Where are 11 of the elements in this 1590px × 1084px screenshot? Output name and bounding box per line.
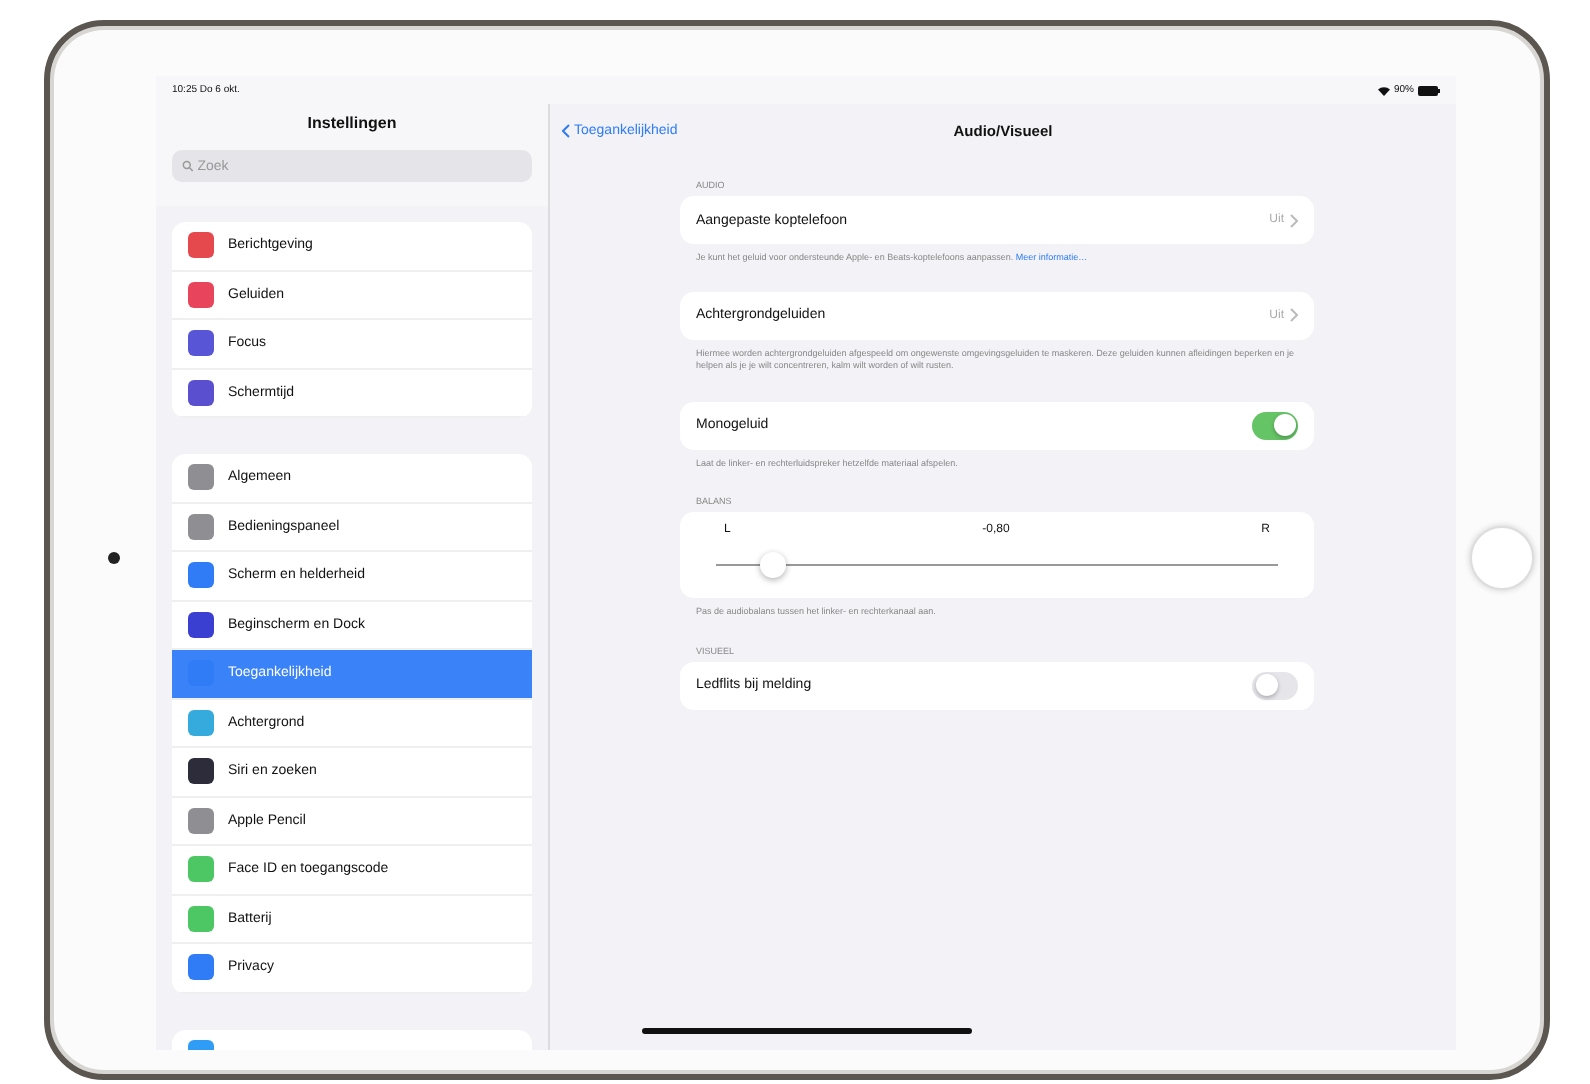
chevron-icon <box>1290 308 1298 323</box>
sidebar-title: Instellingen <box>307 112 397 136</box>
wifi-icon <box>1377 85 1390 95</box>
toggle-switch[interactable] <box>1252 671 1298 700</box>
back-chevron-icon <box>562 123 570 137</box>
camera-icon <box>108 552 120 564</box>
battery-icon <box>1418 85 1440 95</box>
chevron-icon <box>1290 213 1298 227</box>
toggle-switch[interactable] <box>1252 411 1298 440</box>
search-icon <box>182 160 194 172</box>
slider-thumb[interactable] <box>760 552 787 579</box>
